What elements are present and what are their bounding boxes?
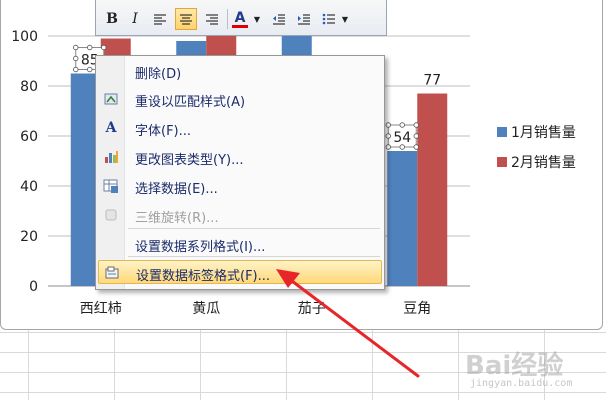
annotation-arrow (276, 269, 420, 378)
watermark-logo: Bai经验 (465, 351, 564, 381)
watermark-url: jingyan.baidu.com (470, 378, 573, 389)
